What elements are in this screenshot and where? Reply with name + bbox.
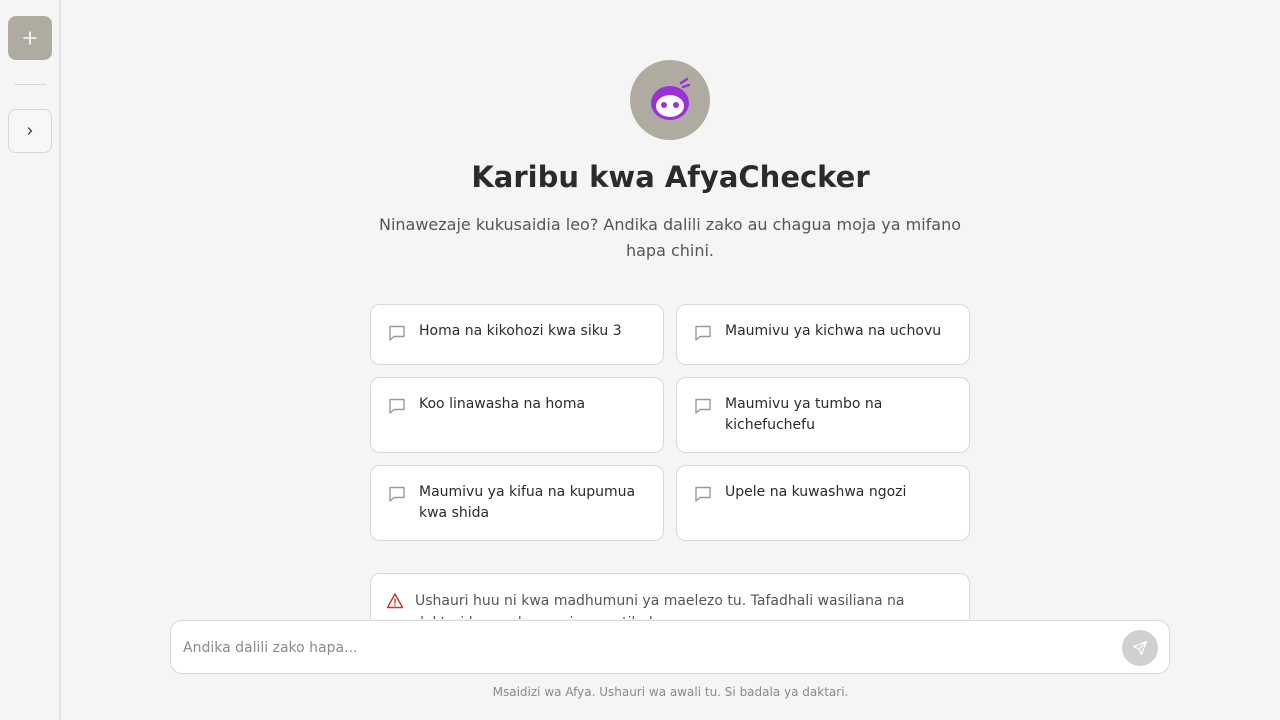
suggestion-card[interactable]: Upele na kuwashwa ngozi bbox=[676, 465, 970, 541]
sidebar bbox=[0, 0, 61, 720]
page-title: Karibu kwa AfyaChecker bbox=[471, 160, 870, 194]
suggestion-label: Maumivu ya kichwa na uchovu bbox=[725, 323, 942, 339]
sidebar-divider bbox=[14, 84, 46, 85]
suggestion-label: Koo linawasha na homa bbox=[419, 396, 586, 412]
expand-sidebar-button[interactable] bbox=[8, 109, 52, 153]
assistant-avatar bbox=[630, 60, 710, 140]
suggestion-label: Maumivu ya tumbo na kichefuchefu bbox=[725, 396, 883, 433]
plus-icon bbox=[23, 31, 37, 45]
message-icon bbox=[389, 486, 405, 502]
suggestion-label: Upele na kuwashwa ngozi bbox=[725, 484, 907, 500]
footer-note: Msaidizi wa Afya. Ushauri wa awali tu. S… bbox=[492, 685, 849, 699]
suggestion-label: Maumivu ya kifua na kupumua kwa shida bbox=[419, 484, 636, 521]
message-icon bbox=[389, 325, 405, 341]
new-chat-button[interactable] bbox=[8, 16, 52, 60]
page-subtitle: Ninawezaje kukusaidia leo? Andika dalili… bbox=[378, 215, 962, 260]
robot-face-icon bbox=[651, 77, 691, 120]
suggestion-card[interactable]: Homa na kikohozi kwa siku 3 bbox=[370, 304, 664, 365]
message-icon bbox=[695, 398, 711, 414]
suggestion-card[interactable]: Maumivu ya kichwa na uchovu bbox=[676, 304, 970, 365]
suggestion-card[interactable]: Maumivu ya kifua na kupumua kwa shida bbox=[370, 465, 664, 541]
message-icon bbox=[695, 325, 711, 341]
message-icon bbox=[695, 486, 711, 502]
suggestion-card[interactable]: Maumivu ya tumbo na kichefuchefu bbox=[676, 377, 970, 453]
main-content: Karibu kwa AfyaChecker Ninawezaje kukusa… bbox=[61, 0, 1280, 720]
suggestion-card[interactable]: Koo linawasha na homa bbox=[370, 377, 664, 453]
message-composer bbox=[170, 620, 1170, 674]
chevron-right-icon bbox=[27, 127, 33, 135]
send-button[interactable] bbox=[1122, 630, 1158, 666]
symptom-input[interactable] bbox=[183, 631, 1113, 665]
suggestion-label: Homa na kikohozi kwa siku 3 bbox=[419, 323, 622, 339]
message-icon bbox=[389, 398, 405, 414]
send-icon bbox=[1132, 640, 1148, 656]
warning-triangle-icon bbox=[386, 593, 404, 609]
